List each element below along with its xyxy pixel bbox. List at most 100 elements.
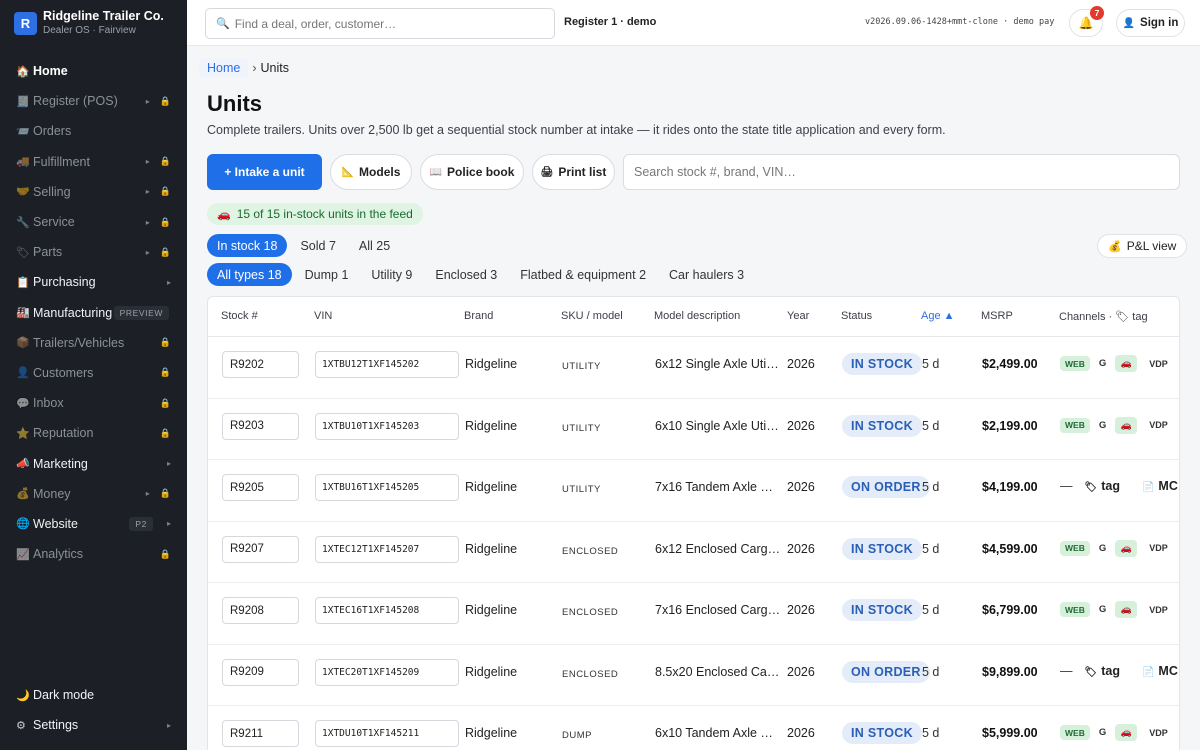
type-filter-car-haulers-3[interactable]: Car haulers 3 (659, 263, 754, 286)
column-header-description[interactable]: Model description (654, 310, 740, 322)
sidebar-item-selling[interactable]: 🤝 Selling ▸ 🔒 (0, 177, 187, 207)
sidebar-item-service[interactable]: 🔧 Service ▸ 🔒 (0, 207, 187, 237)
car-icon[interactable]: 🚗 (1115, 355, 1138, 372)
google-channel-badge[interactable]: G (1099, 358, 1106, 369)
web-channel-badge[interactable]: WEB (1060, 725, 1090, 740)
column-header-vin[interactable]: VIN (314, 310, 332, 322)
vin-field[interactable]: 1XTDU10T1XF145211 (315, 720, 459, 747)
column-header-brand[interactable]: Brand (464, 310, 493, 322)
sidebar-item-manufacturing[interactable]: 🏭 Manufacturing PREVIEW (0, 298, 187, 328)
status-filter-in-stock-18[interactable]: In stock 18 (207, 234, 288, 257)
column-header-sku[interactable]: SKU / model (561, 310, 623, 322)
type-filter-all-types-18[interactable]: All types 18 (207, 263, 292, 286)
stock-number-field[interactable]: R9209 (222, 658, 299, 686)
sidebar-item-marketing[interactable]: 📣 Marketing ▸ (0, 448, 187, 478)
sidebar-item-inbox[interactable]: 💬 Inbox 🔒 (0, 388, 187, 418)
column-header-year[interactable]: Year (787, 310, 809, 322)
type-filter-flatbed-equipment-2[interactable]: Flatbed & equipment 2 (510, 263, 656, 286)
sidebar-item-reputation[interactable]: ⭐ Reputation 🔒 (0, 418, 187, 448)
sidebar-item-settings[interactable]: ⚙ Settings ▸ (0, 710, 187, 740)
units-search-input[interactable]: Search stock #, brand, VIN… (623, 154, 1180, 190)
sidebar-item-orders[interactable]: 📨 Orders (0, 116, 187, 146)
table-row[interactable]: R9207 1XTEC12T1XF145207 Ridgeline ENCLOSED 6… (208, 522, 1179, 583)
type-filter-enclosed-3[interactable]: Enclosed 3 (425, 263, 507, 286)
web-channel-badge[interactable]: WEB (1060, 602, 1090, 617)
column-header-status[interactable]: Status (841, 310, 872, 322)
sidebar-item-money[interactable]: 💰 Money ▸ 🔒 (0, 479, 187, 509)
google-channel-badge[interactable]: G (1099, 727, 1106, 738)
vin-field[interactable]: 1XTBU10T1XF145203 (315, 412, 459, 440)
sidebar-item-register-pos[interactable]: 🧾 Register (POS) ▸ 🔒 (0, 86, 187, 116)
web-channel-badge[interactable]: WEB (1060, 417, 1090, 433)
type-filter-utility-9[interactable]: Utility 9 (361, 263, 422, 286)
stock-number-field[interactable]: R9211 (222, 720, 299, 747)
web-channel-badge[interactable]: WEB (1060, 356, 1090, 371)
web-channel-badge[interactable]: WEB (1060, 540, 1090, 556)
column-header-stock[interactable]: Stock # (221, 310, 258, 322)
trailers-vehicles-icon: 📦 (16, 337, 30, 350)
pl-view-button[interactable]: 💰 P&L view (1097, 234, 1188, 258)
table-row[interactable]: R9205 1XTBU16T1XF145205 Ridgeline UTILITY 7x… (208, 460, 1179, 522)
stock-number-field[interactable]: R9203 (222, 412, 299, 440)
sidebar-item-parts[interactable]: 🏷 Parts ▸ 🔒 (0, 237, 187, 267)
table-row[interactable]: R9202 1XTBU12T1XF145202 Ridgeline UTILITY 6x… (208, 337, 1179, 399)
mc-document-link[interactable]: 📄 MC (1142, 664, 1178, 678)
sidebar-item-customers[interactable]: 👤 Customers 🔒 (0, 358, 187, 388)
sidebar-item-trailers-vehicles[interactable]: 📦 Trailers/Vehicles 🔒 (0, 328, 187, 358)
car-icon[interactable]: 🚗 (1115, 724, 1138, 741)
stock-number-field[interactable]: R9207 (222, 535, 299, 563)
table-row[interactable]: R9203 1XTBU10T1XF145203 Ridgeline UTILITY 6x… (208, 399, 1179, 460)
vin-field[interactable]: 1XTEC16T1XF145208 (315, 597, 459, 624)
car-icon[interactable]: 🚗 (1115, 416, 1138, 434)
sidebar-item-dark-mode[interactable]: 🌙 Dark mode (0, 680, 187, 710)
car-icon[interactable]: 🚗 (1115, 601, 1138, 618)
tag-button[interactable]: 🏷 tag (1085, 664, 1120, 678)
vin-field[interactable]: 1XTEC20T1XF145209 (315, 658, 459, 686)
vdp-link[interactable]: VDP (1149, 728, 1168, 738)
column-header-channels[interactable]: Channels · 🏷 tag (1059, 310, 1148, 323)
sidebar-item-home[interactable]: 🏠 Home (0, 56, 187, 86)
police-book-button[interactable]: 📖 Police book (420, 154, 524, 190)
sidebar-item-purchasing[interactable]: 📋 Purchasing ▸ (0, 267, 187, 297)
stock-number-field[interactable]: R9208 (222, 597, 299, 624)
vdp-link[interactable]: VDP (1149, 605, 1168, 615)
sign-in-button[interactable]: 👤 Sign in (1116, 9, 1185, 37)
vdp-link[interactable]: VDP (1149, 359, 1168, 369)
table-row[interactable]: R9211 1XTDU10T1XF145211 Ridgeline DUMP 6x10 … (208, 706, 1179, 750)
register-label[interactable]: Register 1 · demo (564, 16, 656, 28)
sidebar-item-label: Register (POS) (33, 94, 118, 109)
vin-field[interactable]: 1XTEC12T1XF145207 (315, 535, 459, 563)
car-icon: 🚗 (217, 208, 231, 221)
intake-unit-button[interactable]: + Intake a unit (207, 154, 322, 190)
table-row[interactable]: R9208 1XTEC16T1XF145208 Ridgeline ENCLOSED 7… (208, 583, 1179, 645)
table-row[interactable]: R9209 1XTEC20T1XF145209 Ridgeline ENCLOSED 8… (208, 645, 1179, 706)
breadcrumb-home-link[interactable]: Home (199, 59, 249, 77)
brand[interactable]: R Ridgeline Trailer Co. Dealer OS · Fair… (0, 0, 187, 46)
print-list-button[interactable]: 🖨 Print list (532, 154, 615, 190)
breadcrumb: Home › Units (199, 59, 289, 77)
google-channel-badge[interactable]: G (1099, 420, 1106, 431)
stock-number-field[interactable]: R9202 (222, 351, 299, 378)
vin-field[interactable]: 1XTBU12T1XF145202 (315, 351, 459, 378)
sidebar-item-analytics[interactable]: 📈 Analytics 🔒 (0, 539, 187, 569)
status-filter-sold-7[interactable]: Sold 7 (290, 234, 345, 257)
vdp-link[interactable]: VDP (1149, 420, 1168, 430)
mc-document-link[interactable]: 📄 MC (1142, 479, 1178, 493)
chevron-right-icon: ▸ (166, 459, 171, 469)
vdp-link[interactable]: VDP (1149, 543, 1168, 553)
notifications-button[interactable]: 🔔 7 (1069, 6, 1104, 37)
column-header-age[interactable]: Age ▲ (921, 310, 955, 322)
status-filter-all-25[interactable]: All 25 (349, 234, 400, 257)
global-search-input[interactable]: 🔍 Find a deal, order, customer… (205, 8, 555, 39)
car-icon[interactable]: 🚗 (1115, 539, 1138, 557)
models-button[interactable]: 📐 Models (330, 154, 412, 190)
google-channel-badge[interactable]: G (1099, 543, 1106, 554)
column-header-msrp[interactable]: MSRP (981, 310, 1013, 322)
sidebar-item-fulfillment[interactable]: 🚚 Fulfillment ▸ 🔒 (0, 147, 187, 177)
stock-number-field[interactable]: R9205 (222, 474, 299, 501)
tag-button[interactable]: 🏷 tag (1085, 479, 1120, 493)
type-filter-dump-1[interactable]: Dump 1 (295, 263, 359, 286)
sidebar-item-website[interactable]: 🌐 Website P2 ▸ (0, 509, 187, 539)
vin-field[interactable]: 1XTBU16T1XF145205 (315, 474, 459, 501)
google-channel-badge[interactable]: G (1099, 604, 1106, 615)
